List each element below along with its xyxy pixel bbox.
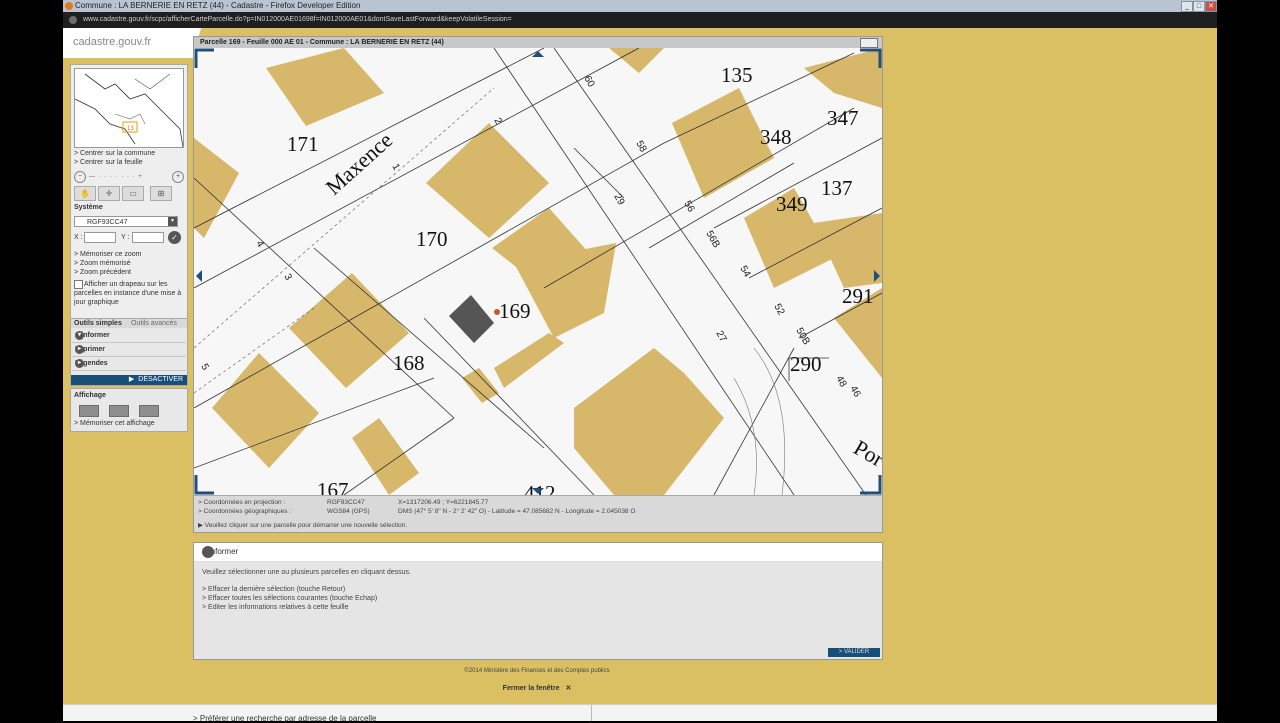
parcel-290: 290 <box>790 352 822 376</box>
navigation-sidebar: 13 > Centrer sur la commune > Centrer su… <box>70 64 188 326</box>
minimap-label: 13 <box>127 126 134 132</box>
parcel-349: 349 <box>776 192 808 216</box>
map-header: Parcelle 169 - Feuille 000 AE 01 - Commu… <box>194 37 882 48</box>
firefox-icon <box>65 2 73 10</box>
info-prompt: Veuillez sélectionner une ou plusieurs p… <box>202 569 411 576</box>
map-title: Parcelle 169 - Feuille 000 AE 01 - Commu… <box>200 39 444 46</box>
bottom-bar: > Préférer une recherche par adresse de … <box>63 704 1217 723</box>
coordinates-footer: > Coordonnées en projection : RGF93CC47 … <box>194 495 882 532</box>
tools-panel: Outils simples Outils avancés S'informer… <box>70 318 188 386</box>
projection-value: X=1317206.49 ; Y=6221845.77 <box>398 499 489 506</box>
display-photo-button[interactable] <box>109 405 129 417</box>
geographic-system: WGS84 (GPS) <box>327 508 370 515</box>
selection-hint: ▶ Veuillez cliquer sur une parcelle pour… <box>198 522 408 529</box>
deactivate-button[interactable]: ▶ DÉSACTIVER <box>71 375 187 385</box>
copyright-text: ©2014 Ministère des Finances et des Comp… <box>464 668 610 674</box>
chevron-right-icon: ▸ <box>75 359 84 368</box>
close-window-link[interactable]: Fermer la fenêtre ✕ <box>193 684 881 692</box>
parcel-171: 171 <box>287 132 319 156</box>
zoom-in-icon[interactable]: + <box>172 171 184 183</box>
info-panel: S'informer Veuillez sélectionner une ou … <box>193 542 883 660</box>
minimize-button[interactable]: _ <box>1181 1 1193 12</box>
window-title-bar: Commune : LA BERNERIE EN RETZ (44) - Cad… <box>63 0 1217 12</box>
flag-checkbox-label[interactable]: Afficher un drapeau sur les parcelles en… <box>74 280 182 307</box>
system-label: Système <box>74 204 103 211</box>
parcel-169: 169 <box>499 299 531 323</box>
overview-minimap[interactable]: 13 <box>74 68 184 148</box>
parcel-168: 168 <box>393 351 425 375</box>
tool-imprimer[interactable]: Imprimer ▸ <box>72 344 186 357</box>
pan-hand-icon[interactable]: ✋ <box>74 186 96 201</box>
parcel-137: 137 <box>821 176 853 200</box>
center-sheet-link[interactable]: > Centrer sur la feuille <box>74 159 143 166</box>
system-select[interactable]: RGF93CC47 ▼ <box>74 216 178 227</box>
parcel-170: 170 <box>416 227 448 251</box>
zoom-box-icon[interactable]: ▭ <box>122 186 144 201</box>
map-canvas[interactable]: 135 347 348 171 137 349 170 169 291 168 … <box>194 48 882 495</box>
tool-sinformer[interactable]: S'informer ▾ <box>72 330 186 343</box>
zoom-slider[interactable]: — · · · · · · · + <box>89 174 143 180</box>
edit-sheet-info-link[interactable]: > Editer les informations relatives à ce… <box>202 604 349 611</box>
measure-icon[interactable]: ⊞ <box>150 186 172 201</box>
x-coordinate-input[interactable] <box>84 232 116 243</box>
display-plan-button[interactable] <box>79 405 99 417</box>
tool-legendes[interactable]: Légendes ▸ <box>72 358 186 371</box>
site-logo[interactable]: cadastre.gouv.fr <box>63 28 201 58</box>
y-label: Y : <box>121 234 130 241</box>
info-panel-header: S'informer <box>194 543 882 562</box>
tools-tabs: Outils simples Outils avancés <box>71 319 187 328</box>
window-toggle-icon[interactable] <box>860 38 878 48</box>
projection-system: RGF93CC47 <box>327 499 365 506</box>
geographic-label: > Coordonnées géographiques : <box>198 508 292 515</box>
parcel-167: 167 <box>317 478 349 495</box>
go-check-icon[interactable]: ✓ <box>168 231 181 244</box>
tab-advanced-tools[interactable]: Outils avancés <box>131 319 177 328</box>
system-value: RGF93CC47 <box>87 219 128 226</box>
address-search-link[interactable]: > Préférer une recherche par adresse de … <box>193 714 376 723</box>
chevron-down-icon: ▾ <box>75 331 84 340</box>
parcel-135: 135 <box>721 63 753 87</box>
close-window-label: Fermer la fenêtre <box>502 685 560 692</box>
chevron-right-icon: ▶ <box>128 376 135 383</box>
parcel-348: 348 <box>760 125 792 149</box>
memorized-zoom-link[interactable]: > Zoom mémorisé <box>74 260 131 267</box>
zoom-out-icon[interactable]: − <box>74 171 86 183</box>
maximize-button[interactable]: □ <box>1193 1 1205 12</box>
display-label: Affichage <box>74 392 106 399</box>
geographic-value: DMS (47° 5' 8" N - 2° 2' 42" O) - Latitu… <box>398 508 636 515</box>
memorize-zoom-link[interactable]: > Mémoriser ce zoom <box>74 251 142 258</box>
crosshair-icon[interactable]: ✛ <box>98 186 120 201</box>
clear-all-selections-link[interactable]: > Effacer toutes les sélections courante… <box>202 595 377 602</box>
site-brand-text[interactable]: cadastre.gouv.fr <box>73 36 151 48</box>
tab-simple-tools[interactable]: Outils simples <box>74 319 122 328</box>
memorize-display-link[interactable]: > Mémoriser cet affichage <box>74 420 155 427</box>
x-label: X : <box>74 234 83 241</box>
center-commune-link[interactable]: > Centrer sur la commune <box>74 150 155 157</box>
window-title: Commune : LA BERNERIE EN RETZ (44) - Cad… <box>75 1 361 10</box>
deactivate-label: DÉSACTIVER <box>138 376 183 383</box>
chevron-right-icon: ▸ <box>75 345 84 354</box>
parcel-347: 347 <box>827 106 859 130</box>
close-window-button[interactable]: ✕ <box>1205 1 1217 12</box>
previous-zoom-link[interactable]: > Zoom précédent <box>74 269 131 276</box>
display-mixed-button[interactable] <box>139 405 159 417</box>
cadastral-map-frame: Parcelle 169 - Feuille 000 AE 01 - Commu… <box>193 36 883 533</box>
chevron-down-icon[interactable]: ▼ <box>168 217 177 226</box>
clear-last-selection-link[interactable]: > Effacer la dernière sélection (touche … <box>202 586 345 593</box>
url-bar[interactable]: www.cadastre.gouv.fr/scpc/afficherCarteP… <box>63 12 1217 28</box>
display-panel: Affichage > Mémoriser cet affichage <box>70 388 188 432</box>
projection-label: > Coordonnées en projection : <box>198 499 286 506</box>
y-coordinate-input[interactable] <box>132 232 164 243</box>
minimap-svg: 13 <box>75 73 183 147</box>
url-text[interactable]: www.cadastre.gouv.fr/scpc/afficherCarteP… <box>83 12 512 28</box>
site-identity-icon[interactable] <box>69 16 77 24</box>
validate-button[interactable]: > VALIDER <box>828 648 880 657</box>
help-icon[interactable] <box>202 546 214 558</box>
close-icon: ✕ <box>565 685 572 692</box>
parcel-291: 291 <box>842 284 874 308</box>
